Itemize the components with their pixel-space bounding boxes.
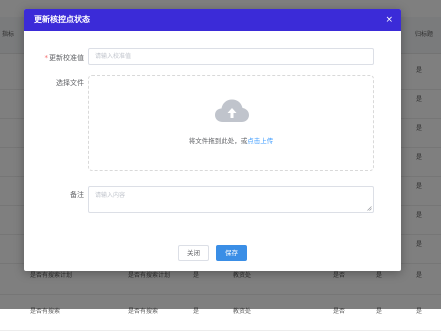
upload-hint: 将文件拖到此处，或点击上传: [188, 137, 274, 145]
dialog-title: 更新核控点状态: [34, 15, 90, 24]
upload-dropzone[interactable]: 将文件拖到此处，或点击上传: [88, 75, 374, 171]
file-label: 选择文件: [56, 79, 84, 87]
calibration-input[interactable]: 请输入校准值: [88, 48, 374, 65]
update-status-dialog: 更新核控点状态 × *更新校准值 请输入校准值 选择文件 将文件拖到此处，或点击…: [24, 9, 401, 271]
remark-textarea[interactable]: 请输入内容: [88, 186, 374, 213]
save-button[interactable]: 保存: [216, 245, 247, 261]
resize-handle-icon[interactable]: [367, 206, 372, 211]
remark-label: 备注: [70, 191, 84, 199]
required-mark: *: [44, 54, 49, 62]
cloud-upload-icon: [215, 99, 249, 122]
close-button[interactable]: 关闭: [178, 245, 209, 261]
dialog-header: 更新核控点状态 ×: [24, 9, 401, 31]
close-icon[interactable]: ×: [385, 9, 393, 31]
remark-placeholder: 请输入内容: [95, 192, 126, 199]
upload-link[interactable]: 点击上传: [247, 137, 273, 145]
calibration-label: *更新校准值: [44, 54, 85, 62]
